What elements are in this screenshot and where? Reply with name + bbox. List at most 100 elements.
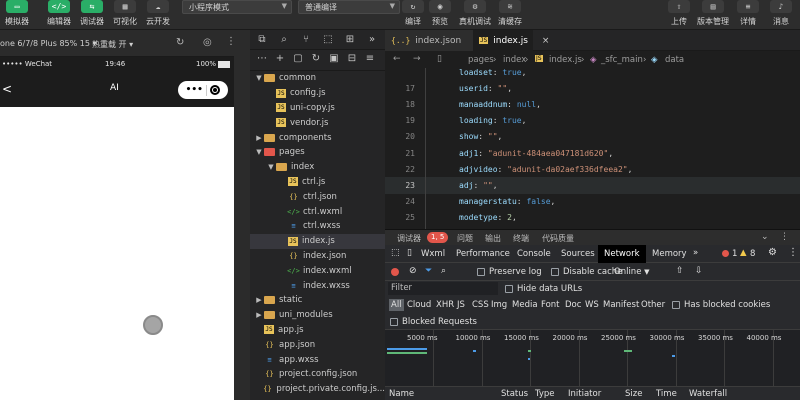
tree-folder[interactable]: ▶ components <box>250 130 385 145</box>
tree-file[interactable]: JS ctrl.js <box>250 175 385 190</box>
close-icon[interactable]: × <box>542 36 550 46</box>
type-filter-xhr[interactable]: XHR <box>436 300 454 310</box>
filter-input[interactable]: Filter <box>388 282 498 295</box>
tree-file[interactable]: </> ctrl.wxml <box>250 204 385 219</box>
network-overview[interactable]: 5000 ms 10000 ms 15000 ms 20000 ms 25000 ms 3… <box>385 330 800 387</box>
clear-cache-button[interactable]: ≋ 清缓存 <box>497 0 523 27</box>
remote-debug-button[interactable]: ⚙ 真机调试 <box>459 0 491 27</box>
tree-folder[interactable]: ▶ static <box>250 293 385 308</box>
collapse-icon[interactable]: ⌄ <box>761 232 769 242</box>
add-icon[interactable]: + <box>274 53 286 65</box>
code-line[interactable]: 23 adj: "", <box>385 177 800 194</box>
column-size[interactable]: Size <box>625 389 642 399</box>
tree-file[interactable]: </> index.wxml <box>250 263 385 278</box>
type-filter-media[interactable]: Media <box>512 300 538 310</box>
filter-icon[interactable]: ⏷ <box>425 266 432 276</box>
code-line[interactable]: 18 manaaddnum: null, <box>385 96 800 112</box>
visual-toggle-button[interactable]: ▦ 可视化 <box>112 0 138 27</box>
version-button[interactable]: ▤ 版本管理 <box>697 0 729 27</box>
compile-button[interactable]: ↻ 编译 <box>400 0 426 27</box>
code-line[interactable]: 19 loading: true, <box>385 113 800 129</box>
type-filter-manifest[interactable]: Manifest <box>603 300 639 310</box>
tree-file[interactable]: {} project.config.json <box>250 367 385 382</box>
more-tabs-icon[interactable]: » <box>693 248 698 258</box>
type-filter-doc[interactable]: Doc <box>565 300 581 310</box>
tree-file[interactable]: JS config.js <box>250 86 385 101</box>
extensions-icon[interactable]: ⊞ <box>344 34 356 46</box>
search-icon[interactable]: ⌕ <box>441 266 446 276</box>
code-line[interactable]: 17 userid: "", <box>385 80 800 96</box>
download-icon[interactable]: ⇩ <box>695 266 703 276</box>
collapse-all-icon[interactable]: ▣ <box>328 53 340 65</box>
more-icon[interactable]: ⋮ <box>780 232 789 242</box>
bookmark-icon[interactable]: ▯ <box>437 54 442 64</box>
files-icon[interactable]: ⧉ <box>256 34 268 46</box>
tree-file[interactable]: {} index.json <box>250 249 385 264</box>
code-line[interactable]: 22 adjvideo: "adunit-da02aef336dfeea2", <box>385 161 800 177</box>
chevron-down-icon[interactable]: ▼ <box>254 148 264 156</box>
type-filter-font[interactable]: Font <box>541 300 560 310</box>
tab-output[interactable]: 输出 <box>485 233 501 244</box>
tree-file[interactable]: {} ctrl.json <box>250 189 385 204</box>
tab-debugger[interactable]: 调试器 <box>397 233 421 244</box>
column-name[interactable]: Name <box>389 389 414 399</box>
compile-mode-select[interactable]: 普通编译 ▼ <box>298 0 400 14</box>
tab-wxml[interactable]: Wxml <box>421 249 445 259</box>
tab-performance[interactable]: Performance <box>456 249 510 259</box>
warning-count[interactable]: 8 <box>750 249 755 259</box>
record-icon[interactable]: ◎ <box>203 37 212 48</box>
back-icon[interactable]: < <box>2 82 12 96</box>
tree-file[interactable]: JS uni-copy.js <box>250 101 385 116</box>
tab-index-json[interactable]: {..} index.json <box>385 30 473 51</box>
nav-forward-icon[interactable]: → <box>413 54 421 64</box>
tab-memory[interactable]: Memory <box>652 249 687 259</box>
device-icon[interactable]: ▯ <box>407 248 412 258</box>
code-line[interactable]: loadset: true, <box>385 68 800 80</box>
more-dots-icon[interactable]: ••• <box>186 85 203 95</box>
device-select[interactable]: one 6/7/8 Plus 85% 15 ▾ <box>0 39 97 48</box>
tab-network[interactable]: Network <box>598 245 646 263</box>
rotate-icon[interactable]: ↻ <box>176 37 184 48</box>
breadcrumb-index[interactable]: index <box>503 55 526 65</box>
tree-file[interactable]: JS index.js <box>250 233 385 249</box>
column-initiator[interactable]: Initiator <box>568 389 601 399</box>
tab-console[interactable]: Console <box>517 249 551 259</box>
tree-file[interactable]: {} project.private.config.js... <box>250 382 385 397</box>
chevron-right-icon[interactable]: ▶ <box>254 134 264 142</box>
source-control-icon[interactable]: ⑂ <box>300 34 312 46</box>
code-line[interactable]: 20 show: "", <box>385 129 800 145</box>
code-line[interactable]: 21 adj1: "adunit-484aea047181d620", <box>385 145 800 161</box>
upload-icon[interactable]: ⇧ <box>676 266 684 276</box>
blocked-requests-checkbox[interactable]: Blocked Requests <box>390 317 477 327</box>
clear-icon[interactable]: ⊘ <box>409 266 417 276</box>
upload-button[interactable]: ⇧ 上传 <box>666 0 692 27</box>
chevron-right-icon[interactable]: ▶ <box>254 296 264 304</box>
error-count[interactable]: 1 <box>732 249 737 259</box>
nav-back-icon[interactable]: ← <box>393 54 401 64</box>
chevron-down-icon[interactable]: ▼ <box>266 163 276 171</box>
mode-select[interactable]: 小程序模式 ▼ <box>182 0 292 14</box>
editor-toggle-button[interactable]: </> 编辑器 <box>46 0 72 27</box>
stack-icon[interactable]: ≡ <box>364 53 376 65</box>
tab-problems[interactable]: 问题 <box>457 233 473 244</box>
inspect-icon[interactable]: ⬚ <box>391 248 400 258</box>
details-button[interactable]: ≡ 详情 <box>735 0 761 27</box>
tree-file[interactable]: ≡ index.wxss <box>250 278 385 293</box>
preserve-log-checkbox[interactable]: Preserve log <box>477 267 542 277</box>
kebab-icon[interactable]: ⋮ <box>788 247 798 258</box>
record-icon[interactable] <box>391 268 399 276</box>
chevron-down-icon[interactable]: ▼ <box>254 74 264 82</box>
tab-code-quality[interactable]: 代码质量 <box>542 233 574 244</box>
cloud-dev-button[interactable]: ☁ 云开发 <box>145 0 171 27</box>
throttle-select[interactable]: Online ▼ <box>614 267 650 277</box>
refresh-icon[interactable]: ↻ <box>310 53 322 65</box>
tree-file[interactable]: ≡ app.wxss <box>250 352 385 367</box>
more-icon[interactable]: ⋯ <box>256 53 268 65</box>
code-editor[interactable]: loadset: true, 17 userid: "", 18 manaaddnum:… <box>385 68 800 229</box>
code-line[interactable]: 24 managerstatu: false, <box>385 194 800 210</box>
hide-data-urls-checkbox[interactable]: Hide data URLs <box>505 284 582 294</box>
preview-button[interactable]: ◉ 预览 <box>427 0 453 27</box>
type-filter-css[interactable]: CSS <box>472 300 489 310</box>
tree-folder[interactable]: ▶ uni_modules <box>250 308 385 323</box>
tree-folder[interactable]: ▼ common <box>250 71 385 86</box>
